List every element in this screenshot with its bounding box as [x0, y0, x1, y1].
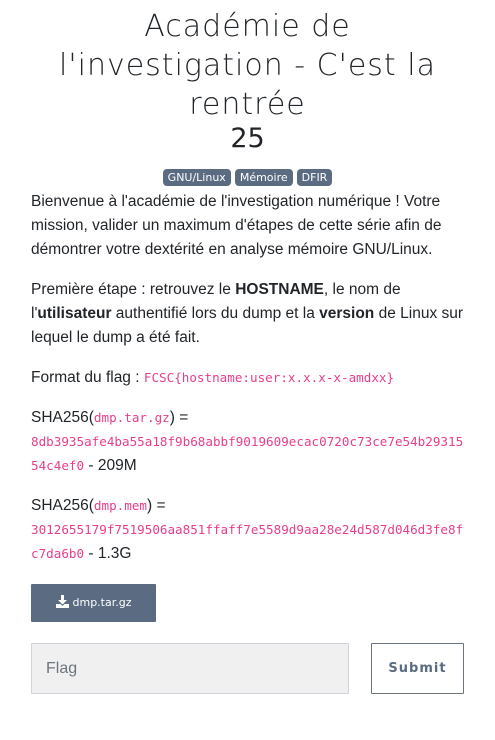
sha-close: ) =: [169, 409, 189, 426]
challenge-points: 25: [230, 123, 265, 154]
submit-button[interactable]: Submit: [371, 643, 464, 694]
version-keyword: version: [319, 305, 375, 322]
intro-paragraph: Bienvenue à l'académie de l'investigatio…: [31, 193, 442, 258]
sha-label: SHA256(: [31, 497, 94, 514]
download-label: dmp.tar.gz: [72, 596, 132, 609]
tag-gnu-linux: GNU/Linux: [162, 169, 231, 186]
sha-label: SHA256(: [31, 409, 94, 426]
mem-size: - 1.3G: [84, 545, 132, 562]
sha-mem-paragraph: SHA256(dmp.mem) = 3012655179f7519506aa851…: [31, 494, 464, 566]
step-text: Première étape : retrouvez le: [31, 281, 236, 298]
sha-close: ) =: [146, 497, 166, 514]
download-icon: [55, 595, 69, 608]
challenge-title: Académie de l'investigation - C'est la r…: [59, 9, 436, 122]
user-keyword: utilisateur: [37, 305, 112, 322]
flag-format-paragraph: Format du flag : FCSC{hostname:user:x.x.…: [31, 366, 464, 390]
hostname-keyword: HOSTNAME: [235, 281, 324, 298]
tag-dfir: DFIR: [296, 169, 333, 186]
flag-format-label: Format du flag :: [31, 369, 144, 386]
mem-filename: dmp.mem: [93, 498, 147, 513]
download-button[interactable]: dmp.tar.gz: [31, 584, 156, 622]
tag-list: GNU/Linux Mémoire DFIR: [31, 169, 464, 186]
archive-filename: dmp.tar.gz: [93, 410, 170, 425]
challenge-card: Académie de l'investigation - C'est la r…: [0, 7, 495, 694]
step-paragraph: Première étape : retrouvez le HOSTNAME, …: [31, 278, 464, 350]
sha-archive-paragraph: SHA256(dmp.tar.gz) = 8db3935afe4ba55a18f9…: [31, 406, 464, 478]
flag-input[interactable]: [31, 643, 349, 694]
archive-size: - 209M: [84, 457, 137, 474]
flag-format-value: FCSC{hostname:user:x.x.x-x-amdxx}: [143, 370, 395, 385]
tag-memoire: Mémoire: [234, 169, 293, 186]
challenge-description: Bienvenue à l'académie de l'investigatio…: [31, 190, 464, 566]
step-text: authentifié lors du dump et la: [111, 305, 320, 322]
flag-form: Submit: [31, 643, 464, 694]
